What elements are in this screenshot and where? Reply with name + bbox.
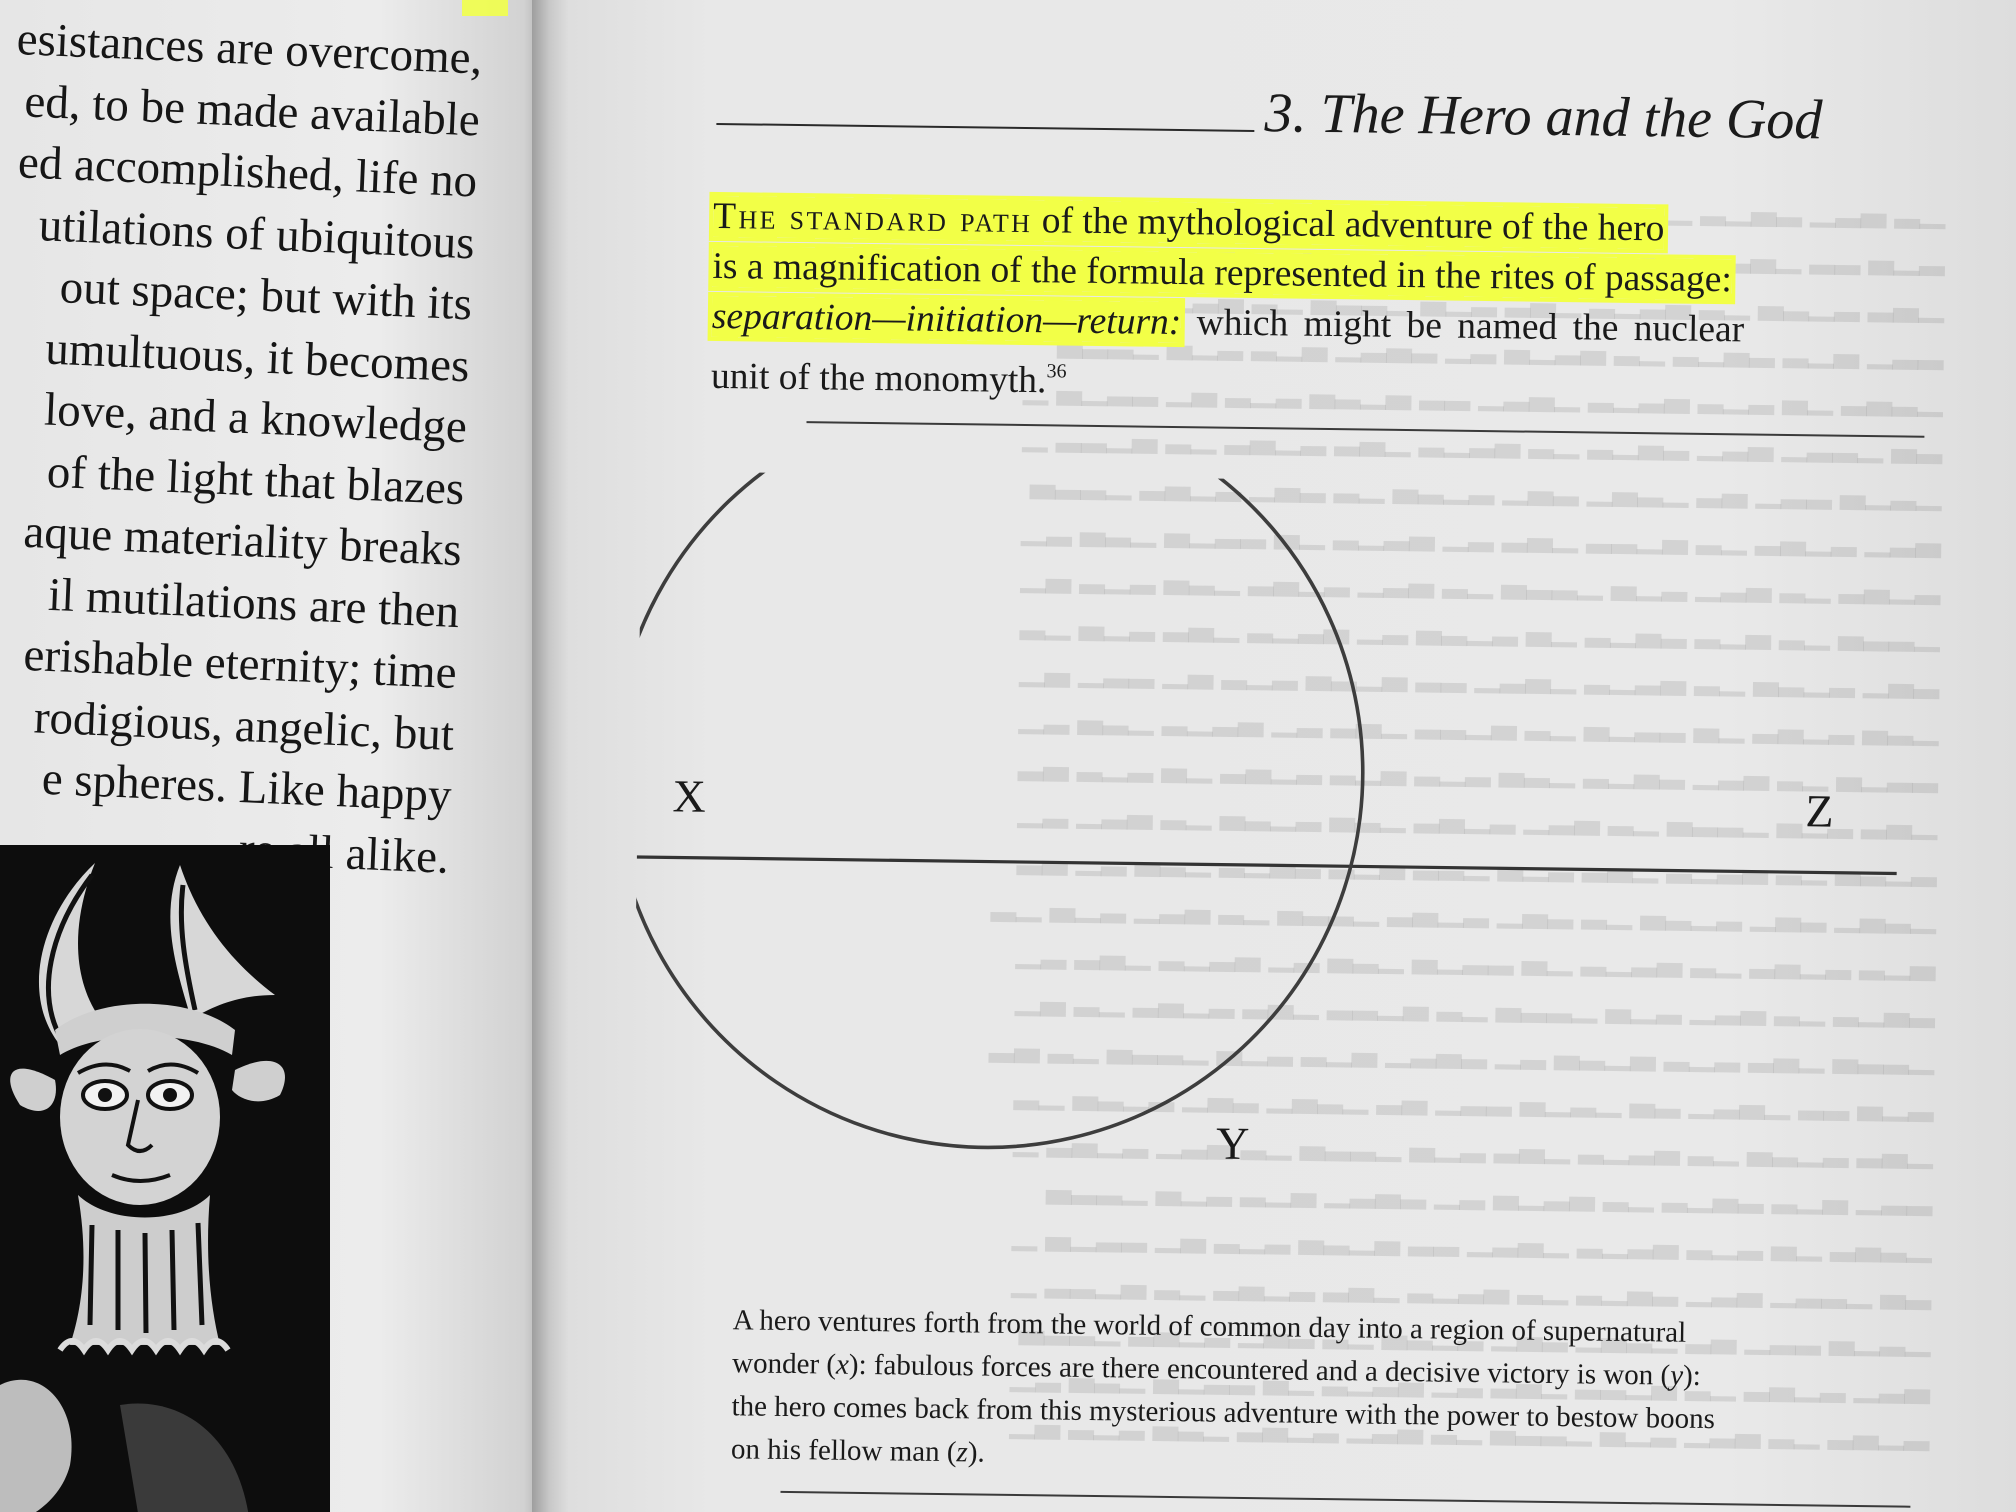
chapter-title: 3. The Hero and the God [1264,82,1823,152]
right-page-content: ▁▂ ▃▂▁ ▂▃▁▂ ▁▂▃ ▂▁▃▂ ▁▃ ▂▂▁▃ ▁▂ ▃▁▂▂ ▁▃▂… [568,0,2016,1512]
paragraph-line-4: unit of the monomyth.36 [710,341,1067,402]
horned-figure-illustration [0,845,330,1512]
opening-small-caps: The standard path [712,195,1033,242]
left-page-text: esistances are overcome, ed, to be made … [0,8,484,889]
threshold-line [636,855,1897,876]
highlighter-mark [462,0,508,16]
right-page: ▁▂ ▃▂▁ ▂▃▁▂ ▁▂▃ ▂▁▃▂ ▁▃ ▂▂▁▃ ▁▂ ▃▁▂▂ ▁▃▂… [568,0,2016,1512]
horned-figure-drawing [0,863,285,1512]
diagram-caption: A hero ventures forth from the world of … [731,1299,1913,1486]
highlighted-italic-formula: separation—initiation—return: [711,295,1182,344]
footnote-marker: 36 [1046,360,1067,383]
label-y: Y [1216,1118,1250,1169]
cycle-circle [631,471,1365,1150]
caption-italic-x: x [835,1348,850,1381]
paragraph-text: unit of the monomyth. [710,355,1047,402]
paragraph-text: of the mythological adventure of the her… [1032,200,1665,250]
highlighted-passage: The standard path of the mythological ad… [712,195,1665,250]
monomyth-cycle-diagram: X Z Y [631,471,1897,1169]
caption-text: wonder ( [731,1347,837,1381]
caption-text: ): [1682,1359,1701,1392]
caption-text: ): fabulous forces are there encountered… [848,1348,1671,1392]
caption-text: on his fellow man ( [730,1433,957,1469]
header-rule [716,122,1255,132]
label-x: X [672,770,706,821]
left-page: esistances are overcome, ed, to be made … [0,0,540,1512]
paragraph-text: which might be named the nuclear [1181,302,1745,351]
caption-text: ). [967,1436,985,1469]
label-z: Z [1805,785,1834,836]
caption-italic-y: y [1669,1359,1684,1392]
caption-bottom-rule [780,1490,1911,1508]
caption-italic-z: z [956,1436,969,1469]
